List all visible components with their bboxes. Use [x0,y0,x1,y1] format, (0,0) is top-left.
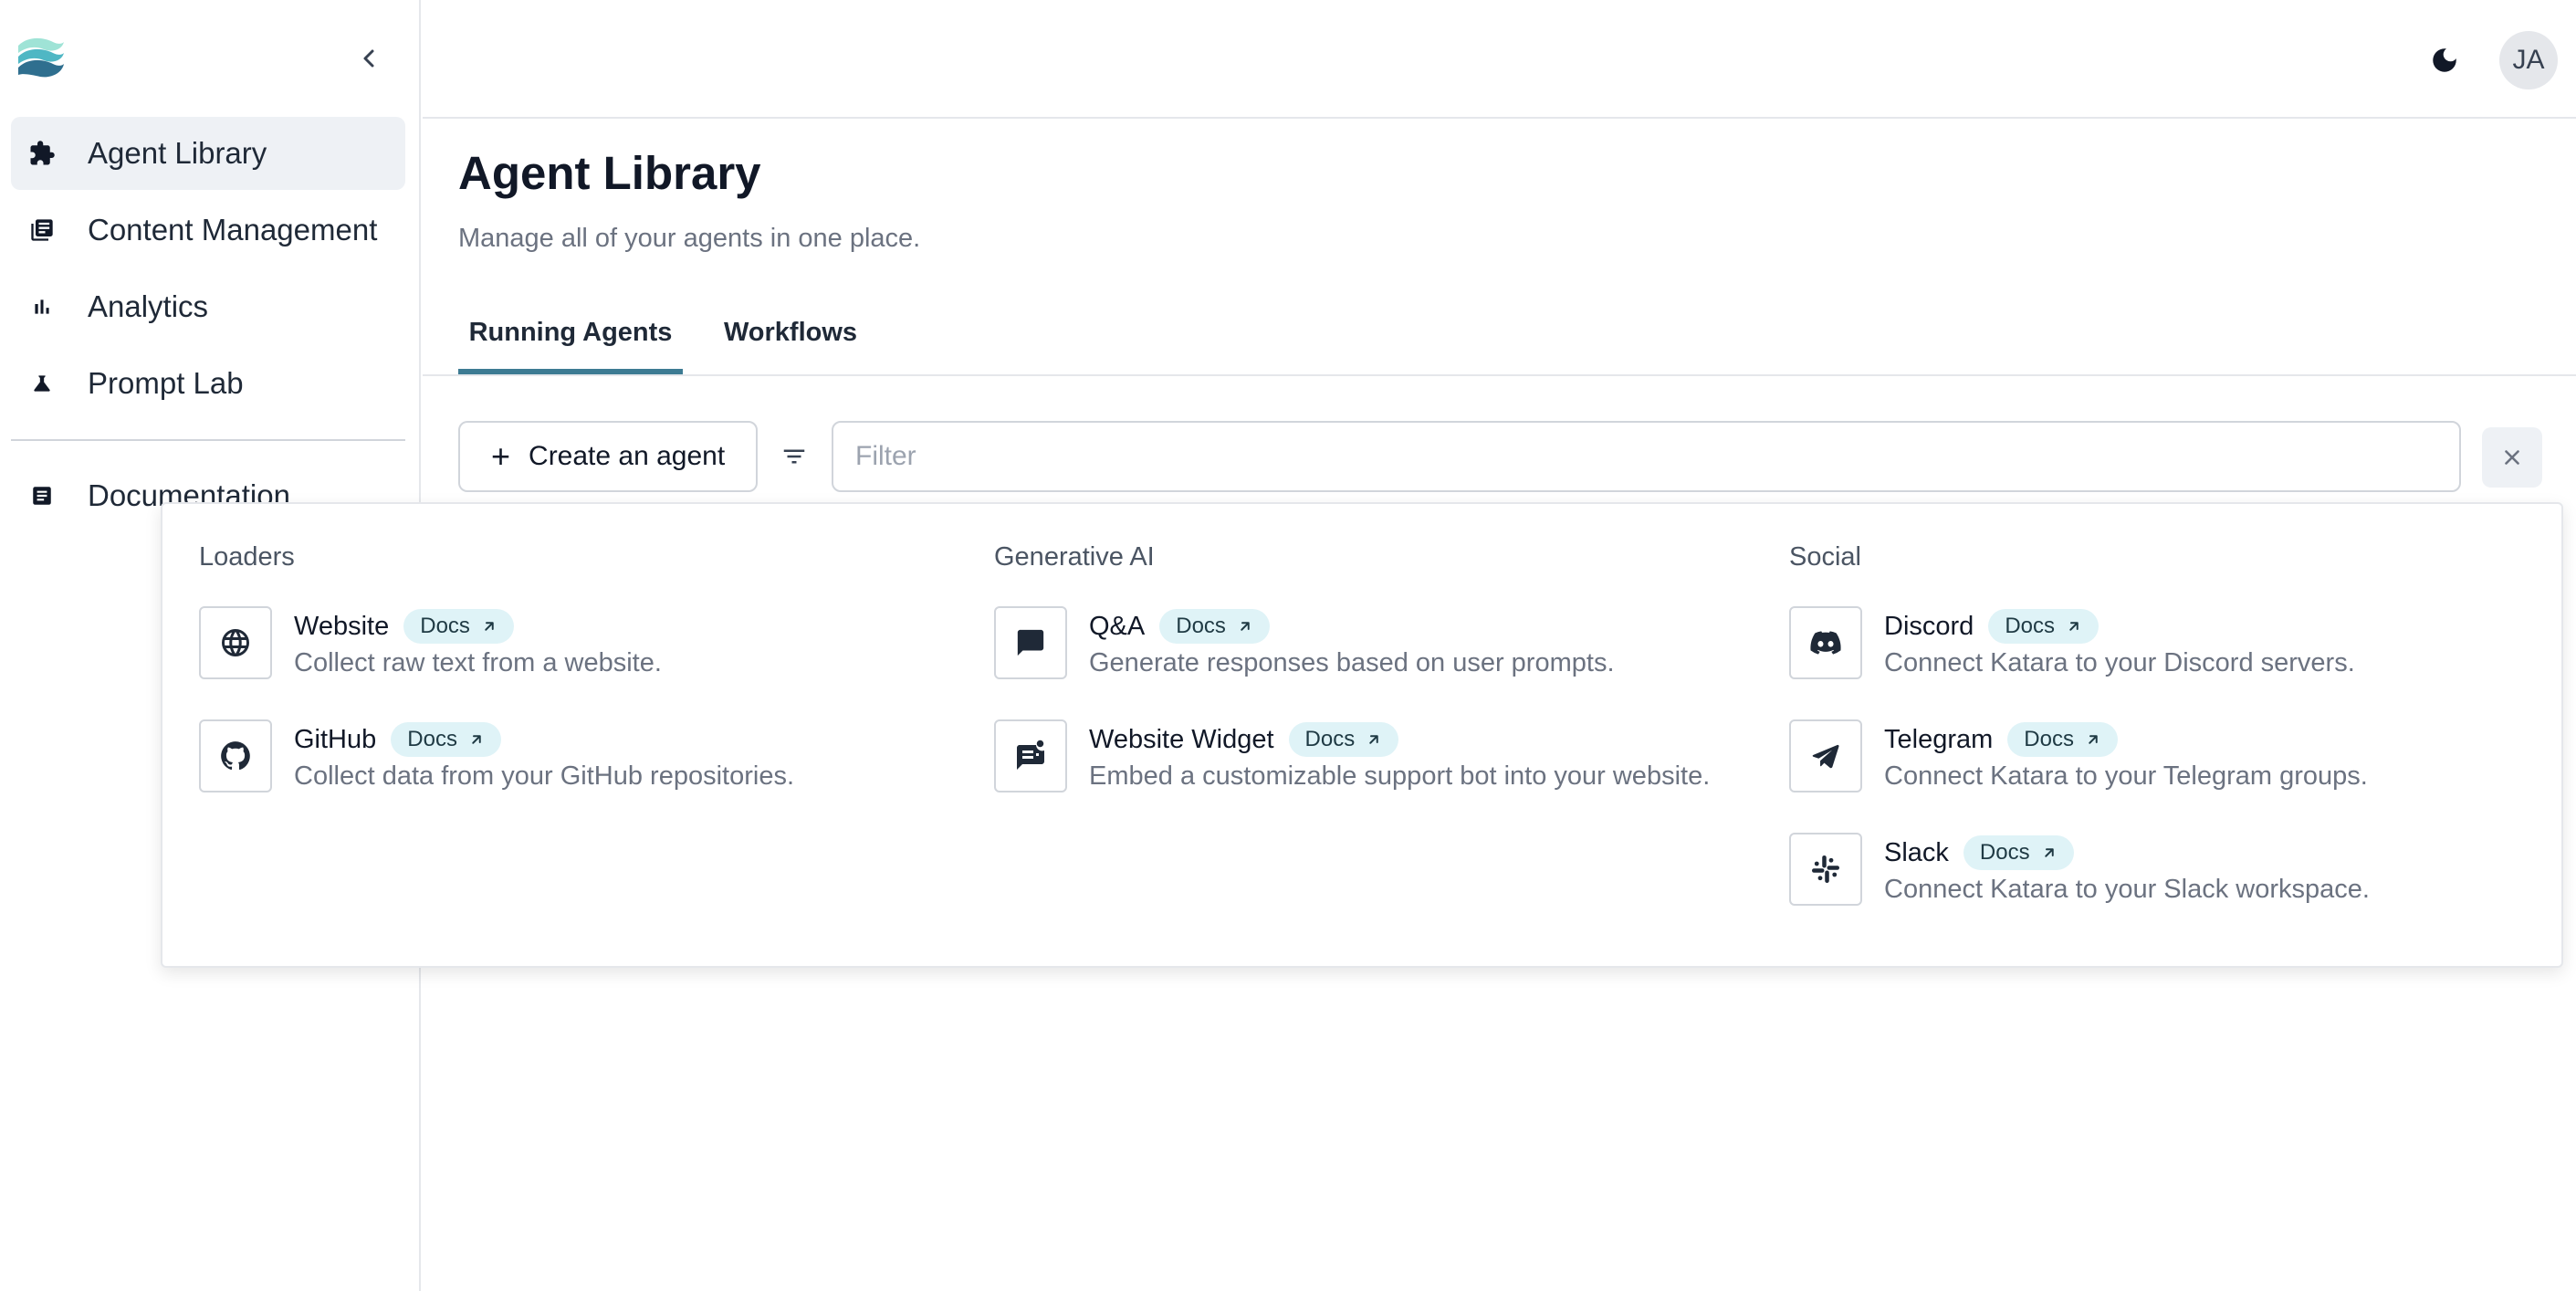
menu-column-title: Social [1789,542,1861,572]
katara-logo-icon[interactable] [15,33,66,82]
sidebar-item-agent-library[interactable]: Agent Library [11,117,405,190]
menu-item-name: Website [294,611,390,641]
telegram-icon [1789,719,1862,792]
menu-item-description: Connect Katara to your Discord servers. [1884,648,2355,677]
article-icon [27,481,57,510]
docs-label: Docs [420,614,470,638]
sidebar-item-analytics[interactable]: Analytics [11,270,405,343]
sidebar-item-label: Analytics [88,289,209,323]
sidebar-divider [11,439,405,441]
create-agent-menu: Loaders Website Docs Collect raw text fr… [161,502,2563,968]
sidebar-item-content-management[interactable]: Content Management [11,194,405,267]
chevron-left-icon [363,49,374,68]
tab-running-agents[interactable]: Running Agents [458,318,683,374]
menu-column-generative-ai: Generative AI Q&A Docs Generate response… [994,542,1779,833]
docs-link[interactable]: Docs [1988,609,2099,644]
top-bar: JA [423,0,2576,119]
tab-workflows[interactable]: Workflows [713,318,868,374]
menu-item-qa[interactable]: Q&A Docs Generate responses based on use… [994,606,1779,719]
github-icon [199,719,272,792]
arrow-up-right-icon [2041,845,2058,861]
menu-item-name: Q&A [1089,611,1146,641]
puzzle-icon [27,139,57,168]
menu-item-website[interactable]: Website Docs Collect raw text from a web… [199,606,984,719]
menu-item-telegram[interactable]: Telegram Docs Connect Katara to your Tel… [1789,719,2574,833]
filter-icon[interactable] [776,438,812,475]
menu-item-description: Generate responses based on user prompts… [1089,648,1615,677]
menu-item-name: Telegram [1884,724,1994,754]
slack-icon [1789,833,1862,906]
menu-column-title: Generative AI [994,542,1155,572]
menu-item-description: Collect raw text from a website. [294,648,662,677]
arrow-up-right-icon [2066,618,2082,635]
discord-icon [1789,606,1862,679]
menu-item-description: Connect Katara to your Telegram groups. [1884,761,2368,791]
menu-item-slack[interactable]: Slack Docs Connect Katara to your Slack … [1789,833,2574,946]
arrow-up-right-icon [468,731,485,748]
arrow-up-right-icon [2085,731,2101,748]
arrow-up-right-icon [1237,618,1253,635]
menu-column-social: Social Discord Docs Connect Katara to yo… [1789,542,2574,946]
theme-toggle-button[interactable] [2424,40,2465,80]
clear-filter-button[interactable] [2482,427,2542,488]
docs-link[interactable]: Docs [2007,722,2118,757]
docs-link[interactable]: Docs [403,609,514,644]
create-agent-label: Create an agent [529,441,726,471]
sidebar-item-label: Prompt Lab [88,366,244,400]
avatar-initials: JA [2512,45,2545,75]
flask-icon [27,369,57,398]
close-icon [2505,450,2519,465]
docs-link[interactable]: Docs [1159,609,1270,644]
menu-item-description: Collect data from your GitHub repositori… [294,761,794,791]
arrow-up-right-icon [1366,731,1382,748]
docs-label: Docs [407,727,457,751]
menu-item-name: Discord [1884,611,1974,641]
docs-label: Docs [1979,840,2030,865]
docs-label: Docs [1176,614,1226,638]
menu-item-description: Embed a customizable support bot into yo… [1089,761,1711,791]
moon-icon [2433,48,2456,72]
chat-widget-icon [994,719,1067,792]
menu-item-name: GitHub [294,724,377,754]
sidebar-nav: Agent Library Content Management Analyti… [11,117,405,424]
chat-icon [994,606,1067,679]
menu-item-description: Connect Katara to your Slack workspace. [1884,875,2370,904]
sidebar-item-label: Agent Library [88,136,267,170]
filter-input[interactable] [832,421,2461,492]
plus-icon: + [491,437,511,475]
menu-item-github[interactable]: GitHub Docs Collect data from your GitHu… [199,719,984,833]
collapse-sidebar-button[interactable] [351,40,387,77]
sidebar-item-prompt-lab[interactable]: Prompt Lab [11,347,405,420]
tab-bar: Running Agents Workflows [423,301,2576,376]
create-agent-button[interactable]: + Create an agent [458,421,758,492]
docs-link[interactable]: Docs [1288,722,1399,757]
menu-column-loaders: Loaders Website Docs Collect raw text fr… [199,542,984,833]
menu-item-discord[interactable]: Discord Docs Connect Katara to your Disc… [1789,606,2574,719]
docs-label: Docs [2024,727,2074,751]
avatar[interactable]: JA [2499,31,2558,89]
menu-item-name: Website Widget [1089,724,1274,754]
docs-label: Docs [2005,614,2055,638]
library-icon [27,215,57,245]
bar-chart-icon [27,292,57,321]
globe-icon [199,606,272,679]
page-subtitle: Manage all of your agents in one place. [458,224,921,253]
docs-link[interactable]: Docs [1963,835,2074,870]
menu-item-name: Slack [1884,837,1949,867]
sidebar-item-label: Content Management [88,213,378,247]
page-title: Agent Library [458,147,761,199]
arrow-up-right-icon [481,618,497,635]
docs-link[interactable]: Docs [391,722,501,757]
docs-label: Docs [1304,727,1356,751]
menu-column-title: Loaders [199,542,295,572]
menu-item-website-widget[interactable]: Website Widget Docs Embed a customizable… [994,719,1779,833]
